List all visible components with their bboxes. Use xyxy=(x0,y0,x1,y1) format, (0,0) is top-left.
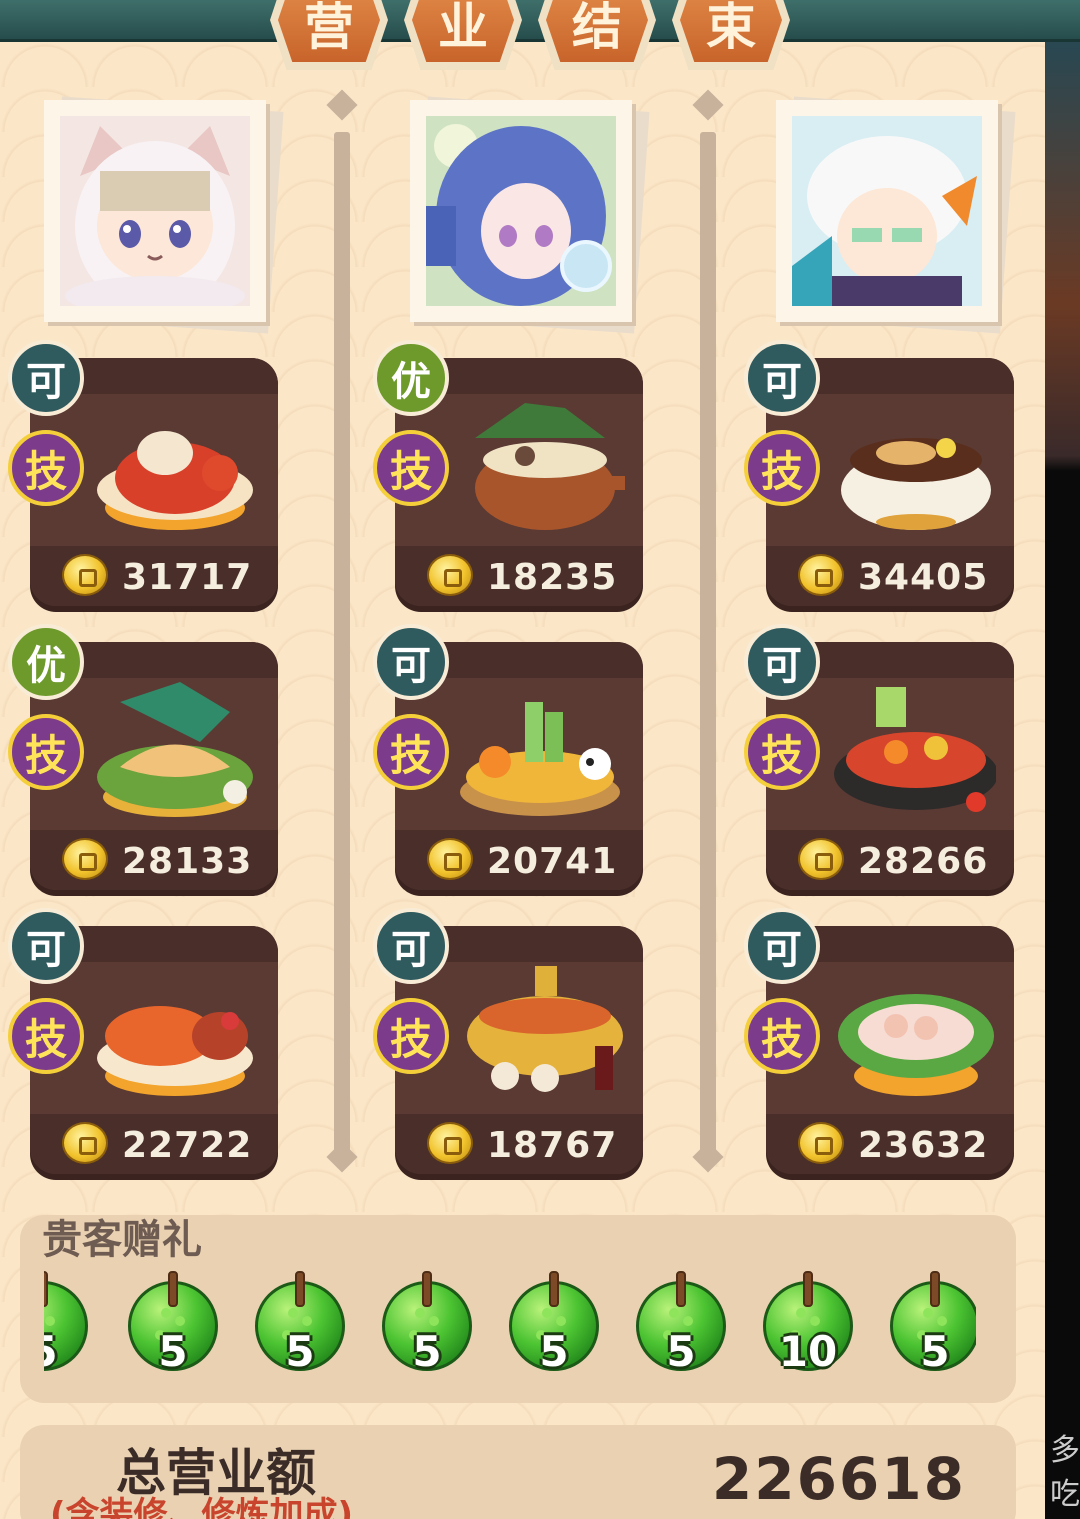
rank-badge: 优 xyxy=(8,624,84,700)
dish-earnings: 18767 xyxy=(487,1125,618,1166)
hotpot-dish-icon xyxy=(445,966,625,1106)
guest-gifts-section: 贵客赠礼 5 5 5 5 5 5 10 xyxy=(20,1215,1016,1403)
gift-item[interactable]: 5 xyxy=(126,1271,222,1381)
gift-item[interactable]: 5 xyxy=(380,1271,476,1381)
skill-badge: 技 xyxy=(8,714,84,790)
dish-card[interactable]: 可 技 18767 xyxy=(373,908,643,1174)
rank-badge: 可 xyxy=(8,908,84,984)
dish-earnings: 20741 xyxy=(487,841,618,882)
title-char-tile: 结 xyxy=(538,0,656,70)
divider-diamond-top xyxy=(326,89,358,121)
coin-icon xyxy=(798,838,844,880)
gift-item[interactable]: 5 xyxy=(507,1271,603,1381)
dish-earnings: 31717 xyxy=(122,557,253,598)
coin-icon xyxy=(62,554,108,596)
lobster-dish-icon xyxy=(80,398,260,538)
skill-badge: 技 xyxy=(373,998,449,1074)
skill-badge: 技 xyxy=(8,430,84,506)
title-char-tile: 束 xyxy=(672,0,790,70)
dish-earnings: 18235 xyxy=(487,557,618,598)
title-banner: 营 业 结 束 xyxy=(270,0,790,70)
total-revenue-section: 总营业额 (含装修、修炼加成) 226618 xyxy=(20,1425,1016,1519)
coin-icon xyxy=(427,838,473,880)
dish-card[interactable]: 可 技 23632 xyxy=(744,908,1014,1174)
rank-badge: 可 xyxy=(373,624,449,700)
skill-badge: 技 xyxy=(373,430,449,506)
seafood-pan-dish-icon xyxy=(816,682,998,822)
divider-diamond-top xyxy=(692,89,724,121)
background-scene-text: 多吃 xyxy=(1050,1433,1080,1512)
total-revenue-sublabel: (含装修、修炼加成) xyxy=(50,1495,354,1519)
noodle-bowl-dish-icon xyxy=(816,398,996,538)
dish-earnings: 28133 xyxy=(122,841,253,882)
title-char-tile: 营 xyxy=(270,0,388,70)
coin-icon xyxy=(798,554,844,596)
skill-badge: 技 xyxy=(8,998,84,1074)
gift-section-title: 贵客赠礼 xyxy=(42,1217,202,1263)
gift-list[interactable]: 5 5 5 5 5 5 10 5 xyxy=(44,1271,976,1381)
column-divider xyxy=(700,132,716,1162)
braised-fish-dish-icon xyxy=(80,966,260,1106)
dish-card[interactable]: 可 技 22722 xyxy=(8,908,278,1174)
dish-earnings: 23632 xyxy=(858,1125,989,1166)
gift-item[interactable]: 5 xyxy=(888,1271,976,1381)
skill-badge: 技 xyxy=(373,714,449,790)
dish-card[interactable]: 优 技 28133 xyxy=(8,624,278,890)
divider-diamond-bottom xyxy=(326,1141,358,1173)
gift-item[interactable]: 10 xyxy=(761,1271,857,1381)
bamboo-fruit-platter-icon xyxy=(445,682,625,822)
dish-card[interactable]: 可 技 20741 xyxy=(373,624,643,890)
skill-badge: 技 xyxy=(744,714,820,790)
skill-badge: 技 xyxy=(744,430,820,506)
gift-item[interactable]: 5 xyxy=(253,1271,349,1381)
shrimp-leaf-dish-icon xyxy=(816,966,996,1106)
coin-icon xyxy=(62,838,108,880)
total-revenue-value: 226618 xyxy=(711,1445,966,1513)
rank-badge: 可 xyxy=(8,340,84,416)
rank-badge: 优 xyxy=(373,340,449,416)
rank-badge: 可 xyxy=(744,908,820,984)
chef-avatar-blue-hair xyxy=(426,116,616,306)
rank-badge: 可 xyxy=(744,340,820,416)
gift-item[interactable]: 5 xyxy=(634,1271,730,1381)
rank-badge: 可 xyxy=(373,908,449,984)
coin-icon xyxy=(798,1122,844,1164)
column-divider xyxy=(334,132,350,1162)
dish-card[interactable]: 优 技 18235 xyxy=(373,340,643,606)
background-scene xyxy=(1045,0,1080,1519)
rank-badge: 可 xyxy=(744,624,820,700)
fish-platter-dish-icon xyxy=(80,682,260,822)
dish-earnings: 34405 xyxy=(858,557,989,598)
coin-icon xyxy=(427,554,473,596)
dish-card[interactable]: 可 技 28266 xyxy=(744,624,1014,890)
chef-avatar-cat-hood xyxy=(60,116,250,306)
skill-badge: 技 xyxy=(744,998,820,1074)
title-char-tile: 业 xyxy=(404,0,522,70)
dish-card[interactable]: 可 技 34405 xyxy=(744,340,1014,606)
dish-card[interactable]: 可 技 31717 xyxy=(8,340,278,606)
dish-earnings: 28266 xyxy=(858,841,989,882)
dish-earnings: 22722 xyxy=(122,1125,253,1166)
coin-icon xyxy=(62,1122,108,1164)
chef-avatar-white-hair xyxy=(792,116,982,306)
coin-icon xyxy=(427,1122,473,1164)
clay-pot-dish-icon xyxy=(445,398,630,538)
divider-diamond-bottom xyxy=(692,1141,724,1173)
gift-item[interactable]: 5 xyxy=(44,1271,92,1381)
